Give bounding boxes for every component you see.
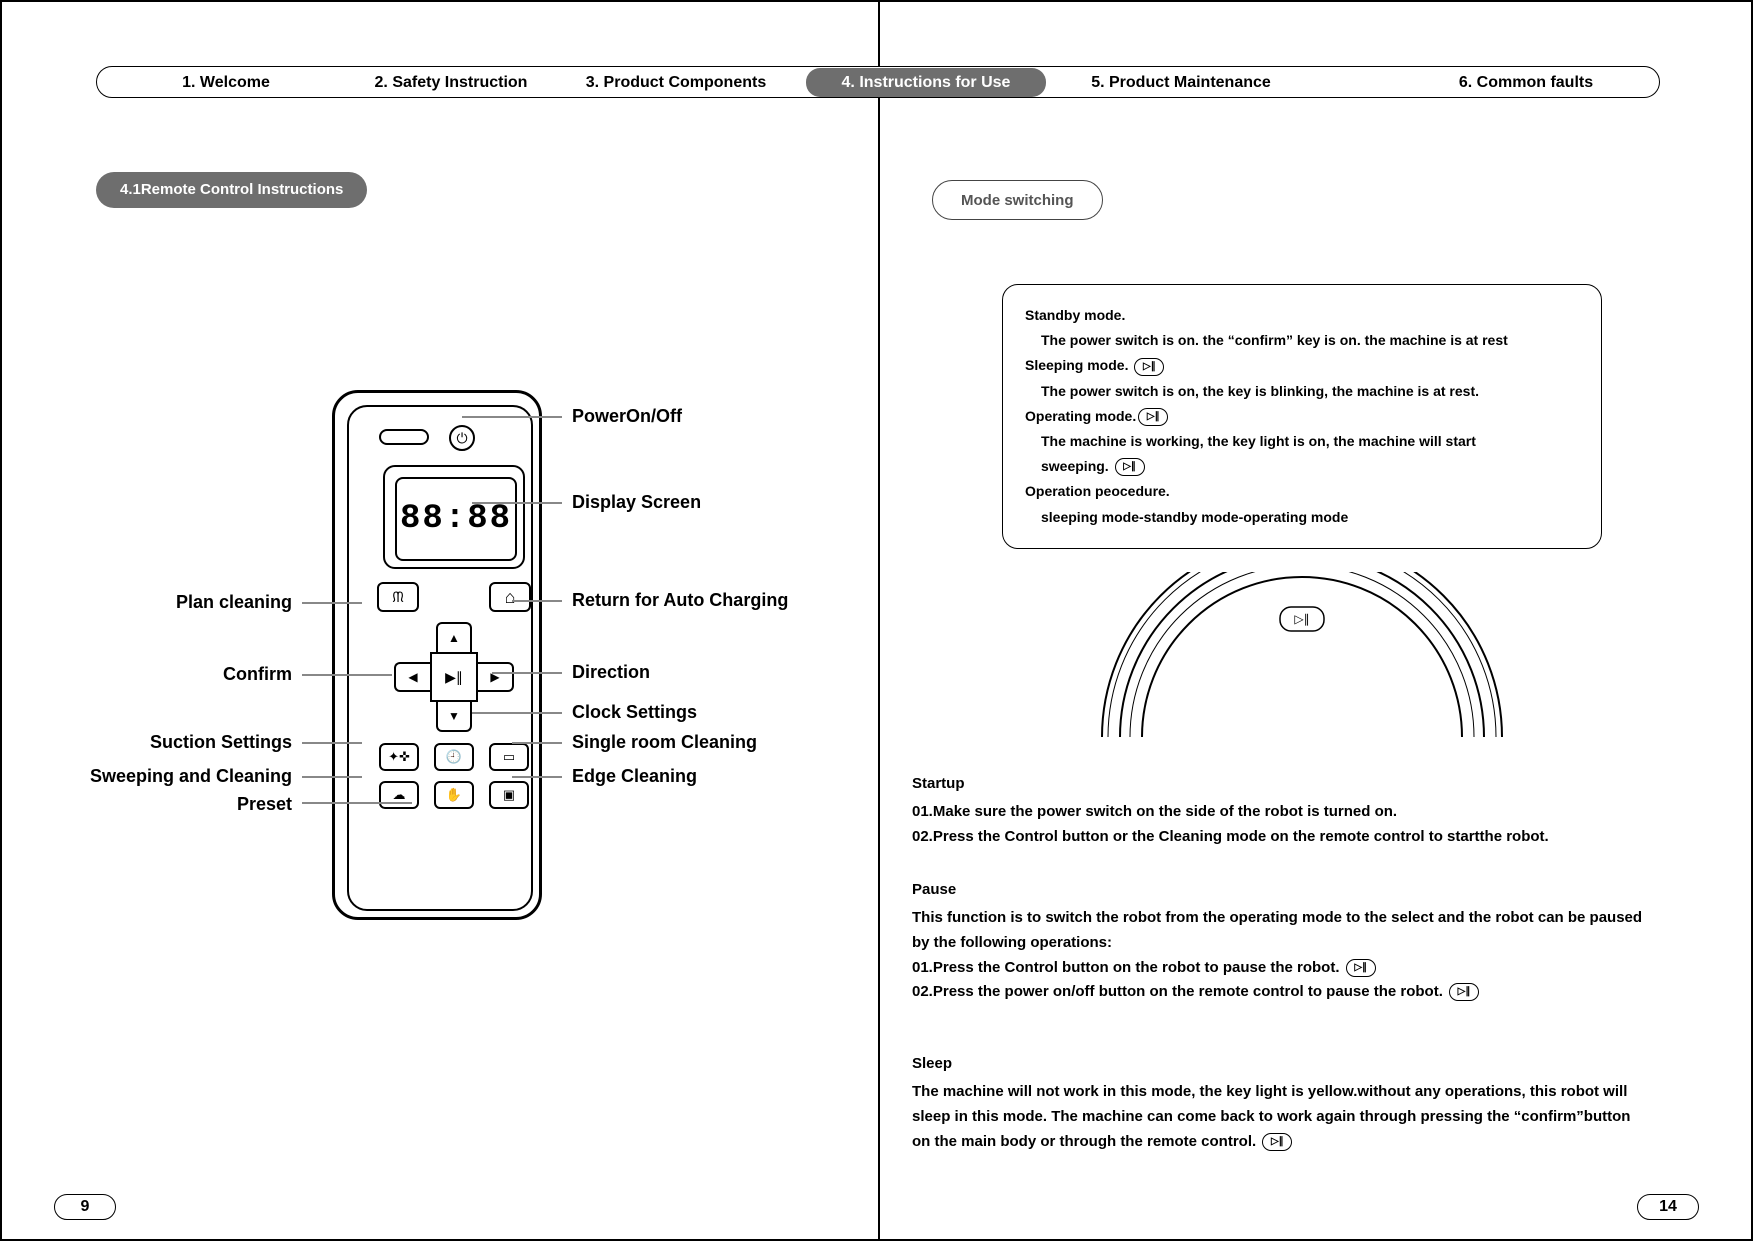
- direction-pad: ▲ ▼ ◀ ▶ ▶∥: [394, 622, 514, 732]
- single-room-icon: ▭: [489, 743, 529, 771]
- operating-heading: Operating mode.▷∥: [1025, 404, 1579, 429]
- procedure-body: sleeping mode-standby mode-operating mod…: [1025, 505, 1579, 530]
- standby-heading: Standby mode.: [1025, 303, 1579, 328]
- pause-body: This function is to switch the robot fro…: [912, 906, 1652, 1005]
- play-pause-icon: ▷∥: [1449, 983, 1479, 1001]
- mode-description-box: Standby mode. The power switch is on. th…: [1002, 284, 1602, 549]
- label-power: PowerOn/Off: [572, 406, 682, 427]
- play-pause-icon: ▷∥: [1134, 358, 1164, 376]
- leader-line: [302, 742, 362, 744]
- svg-text:▷∥: ▷∥: [1294, 612, 1309, 626]
- standby-body: The power switch is on. the “confirm” ke…: [1025, 328, 1579, 353]
- leader-line: [302, 802, 412, 804]
- label-return-auto-charging: Return for Auto Charging: [572, 590, 788, 611]
- tab-common-faults: 6. Common faults: [1426, 68, 1626, 97]
- preset-icon: ✋: [434, 781, 474, 809]
- leader-line: [302, 674, 392, 676]
- procedure-heading: Operation peocedure.: [1025, 479, 1579, 504]
- tab-instructions-use: 4. Instructions for Use: [806, 68, 1046, 97]
- tab-maintenance: 5. Product Maintenance: [1056, 68, 1306, 97]
- leader-line: [302, 776, 362, 778]
- play-pause-icon: ▷∥: [1115, 458, 1145, 476]
- return-home-icon: ⌂: [489, 582, 531, 612]
- label-single-room: Single room Cleaning: [572, 732, 757, 753]
- label-suction: Suction Settings: [62, 732, 292, 753]
- page-number-left: 9: [54, 1194, 116, 1220]
- label-direction: Direction: [572, 662, 650, 683]
- clock-icon: 🕘: [434, 743, 474, 771]
- tab-safety: 2. Safety Instruction: [356, 68, 546, 97]
- leader-line: [512, 742, 562, 744]
- suction-icon: ✦✜: [379, 743, 419, 771]
- play-pause-icon: ▷∥: [1262, 1133, 1292, 1151]
- remote-control-illustration: ⏻ 88:88 ᙏ ⌂ ▲ ▼ ◀ ▶ ▶∥ ✦✜ 🕘: [332, 390, 542, 920]
- play-pause-icon: ▷∥: [1346, 959, 1376, 977]
- sleeping-body: The power switch is on, the key is blink…: [1025, 379, 1579, 404]
- section-badge-remote: 4.1Remote Control Instructions: [96, 172, 367, 208]
- direction-right-icon: ▶: [478, 662, 514, 692]
- label-preset: Preset: [92, 794, 292, 815]
- sweeping-icon: ☁: [379, 781, 419, 809]
- startup-body: 01.Make sure the power switch on the sid…: [912, 800, 1652, 850]
- play-pause-icon: ▷∥: [1138, 408, 1168, 426]
- sleep-heading: Sleep: [912, 1052, 1652, 1077]
- edge-icon: ▣: [489, 781, 529, 809]
- direction-left-icon: ◀: [394, 662, 430, 692]
- leader-line: [472, 712, 562, 714]
- label-sweeping: Sweeping and Cleaning: [32, 766, 292, 787]
- label-confirm: Confirm: [92, 664, 292, 685]
- pause-heading: Pause: [912, 878, 1652, 903]
- lcd-frame: 88:88: [383, 465, 525, 569]
- page-number-right: 14: [1637, 1194, 1699, 1220]
- direction-down-icon: ▼: [436, 702, 472, 732]
- mode-switching-badge: Mode switching: [932, 180, 1103, 220]
- tabs-bar: 1. Welcome 2. Safety Instruction 3. Prod…: [96, 66, 1660, 98]
- robot-top-illustration: ▷∥: [1082, 572, 1522, 742]
- operating-body-1: The machine is working, the key light is…: [1025, 429, 1579, 454]
- sleep-body: The machine will not work in this mode, …: [912, 1080, 1652, 1154]
- power-icon: ⏻: [449, 425, 475, 451]
- leader-line: [302, 602, 362, 604]
- plan-cleaning-icon: ᙏ: [377, 582, 419, 612]
- sleeping-heading: Sleeping mode. ▷∥: [1025, 353, 1579, 378]
- leader-line: [462, 416, 562, 418]
- label-clock: Clock Settings: [572, 702, 697, 723]
- tab-components: 3. Product Components: [566, 68, 786, 97]
- label-plan-cleaning: Plan cleaning: [92, 592, 292, 613]
- lcd-display: 88:88: [395, 477, 517, 561]
- tab-welcome: 1. Welcome: [136, 68, 316, 97]
- leader-line: [472, 502, 562, 504]
- leader-line: [492, 672, 562, 674]
- operating-body-2: sweeping. ▷∥: [1025, 454, 1579, 479]
- label-edge: Edge Cleaning: [572, 766, 697, 787]
- direction-up-icon: ▲: [436, 622, 472, 652]
- remote-ir-slot-icon: [379, 429, 429, 445]
- confirm-play-pause-icon: ▶∥: [430, 652, 478, 702]
- leader-line: [512, 776, 562, 778]
- label-display: Display Screen: [572, 492, 701, 513]
- startup-heading: Startup: [912, 772, 1652, 797]
- leader-line: [512, 600, 562, 602]
